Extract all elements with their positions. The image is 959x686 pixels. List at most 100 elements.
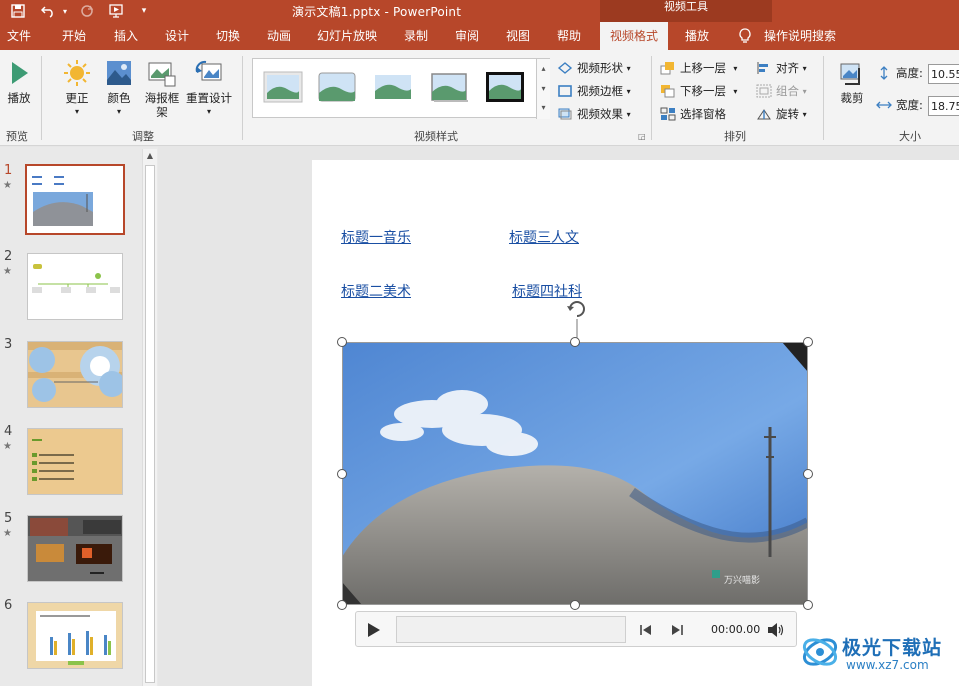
video-border-button[interactable]: 视频边框 ▾ [557,83,631,99]
style-thumbnail[interactable] [373,71,413,103]
send-backward-button[interactable]: 下移一层 ▾ [660,83,737,99]
undo-dropdown-icon[interactable]: ▾ [60,2,70,20]
chevron-down-icon: ▾ [206,107,211,116]
tab-home[interactable]: 开始 [62,22,86,50]
tab-help[interactable]: 帮助 [557,22,581,50]
slide-number: 1 [4,163,13,178]
tab-file[interactable]: 文件 [7,22,31,50]
resize-handle[interactable] [803,337,813,347]
customize-toolbar-icon[interactable]: ▾ [138,2,150,20]
slide-4-preview [28,429,122,494]
gallery-up-icon[interactable]: ▴ [537,59,550,79]
tab-record[interactable]: 录制 [404,22,428,50]
align-button[interactable]: 对齐 ▾ [756,60,807,76]
selection-pane-label: 选择窗格 [680,107,726,121]
poster-frame-button[interactable]: 海报框 架 [142,58,182,119]
width-control: 宽度: [876,97,923,113]
link-title-art[interactable]: 标题二美术 [341,281,411,301]
height-input[interactable]: 10.55 [928,64,959,84]
tab-view[interactable]: 视图 [506,22,530,50]
video-effects-button[interactable]: 视频效果 ▾ [557,106,631,122]
video-frame[interactable]: 万兴喵影 [342,342,808,605]
save-icon[interactable] [8,2,28,20]
slide-thumbnail-4[interactable] [27,428,123,495]
resize-handle[interactable] [570,600,580,610]
style-thumbnail[interactable] [429,71,469,103]
resize-handle[interactable] [337,600,347,610]
video-shape-label: 视频形状 [577,61,623,75]
reset-design-icon [195,60,222,81]
tell-me-search[interactable]: 操作说明搜索 [738,22,836,50]
tab-playback[interactable]: 播放 [685,22,709,50]
rotate-handle-icon[interactable] [565,297,589,343]
crop-button[interactable]: 裁剪 [836,58,868,105]
dialog-launcher-icon[interactable]: ◲ [638,132,646,141]
link-title-humanities[interactable]: 标题三人文 [509,227,579,247]
video-styles-gallery[interactable]: ▴ ▾ ▾ [252,58,550,119]
selection-pane-button[interactable]: 选择窗格 [660,106,726,122]
tab-review[interactable]: 审阅 [455,22,479,50]
group-objects-label: 组合 [776,84,799,98]
resize-handle[interactable] [803,600,813,610]
color-button[interactable]: 颜色 ▾ [102,58,136,119]
tab-slideshow[interactable]: 幻灯片放映 [317,22,377,50]
resize-handle[interactable] [570,337,580,347]
tab-design[interactable]: 设计 [165,22,189,50]
selection-pane-icon [660,107,676,121]
gallery-down-icon[interactable]: ▾ [537,79,550,99]
style-thumbnail[interactable] [263,71,303,103]
width-label: 宽度: [896,98,923,112]
slide-thumbnail-2[interactable] [27,253,123,320]
resize-handle[interactable] [337,469,347,479]
video-effects-label: 视频效果 [577,107,623,121]
video-border-icon [558,85,572,97]
volume-icon[interactable] [767,622,785,638]
rotate-button[interactable]: 旋转 ▾ [756,106,807,122]
undo-icon[interactable] [38,2,58,20]
crop-label: 裁剪 [840,91,864,105]
seek-bar[interactable] [396,616,626,643]
step-back-icon[interactable] [639,623,653,637]
animation-star-icon: ★ [3,528,12,539]
redo-icon[interactable] [78,2,96,20]
play-button[interactable]: 播放 [4,58,34,105]
gallery-more-icon[interactable]: ▾ [537,99,550,117]
group-objects-button[interactable]: 组合 ▾ [756,83,807,99]
tab-video-format[interactable]: 视频格式 [600,22,669,50]
tab-transitions[interactable]: 切换 [216,22,240,50]
reset-design-button[interactable]: 重置设计 ▾ [184,58,234,119]
width-input[interactable]: 18.75 [928,96,959,116]
style-thumbnail[interactable] [317,71,357,103]
tab-insert[interactable]: 插入 [114,22,138,50]
ribbon-tab-bar: 文件 开始 插入 设计 切换 动画 幻灯片放映 录制 审阅 视图 帮助 视频格式… [0,22,959,50]
bring-forward-icon [660,62,674,75]
video-shape-button[interactable]: 视频形状 ▾ [557,60,631,76]
play-icon[interactable] [366,622,382,638]
thumbnail-scrollbar[interactable]: ▲ [142,149,157,686]
media-controls: 00:00.00 [355,611,797,647]
link-title-music[interactable]: 标题一音乐 [341,227,411,247]
corrections-button[interactable]: 更正 ▾ [60,58,94,119]
start-from-beginning-icon[interactable] [106,2,128,20]
slide-thumbnail-6[interactable] [27,602,123,669]
resize-handle[interactable] [803,469,813,479]
tab-animations[interactable]: 动画 [267,22,291,50]
group-separator [823,56,824,140]
sun-icon [64,60,90,86]
scroll-thumb[interactable] [145,165,155,683]
poster-frame-label: 海报框 架 [144,91,180,119]
slide-thumbnail-3[interactable] [27,341,123,408]
resize-handle[interactable] [337,337,347,347]
scroll-up-icon[interactable]: ▲ [143,149,157,163]
slide-thumbnail-1[interactable] [25,164,125,235]
slide-thumbnail-5[interactable] [27,515,123,582]
site-url: www.xz7.com [846,658,929,672]
bring-forward-button[interactable]: 上移一层 ▾ [660,60,737,76]
bring-forward-label: 上移一层 [680,61,726,75]
slide-thumbnail-pane: 1 ★ 2 ★ 3 4 ★ 5 ★ 6 [0,147,158,686]
gallery-scroll[interactable]: ▴ ▾ ▾ [536,59,550,119]
slide-1-preview [27,166,123,233]
slide-number: 5 [4,511,13,526]
style-thumbnail[interactable] [485,71,525,103]
step-forward-icon[interactable] [670,623,684,637]
